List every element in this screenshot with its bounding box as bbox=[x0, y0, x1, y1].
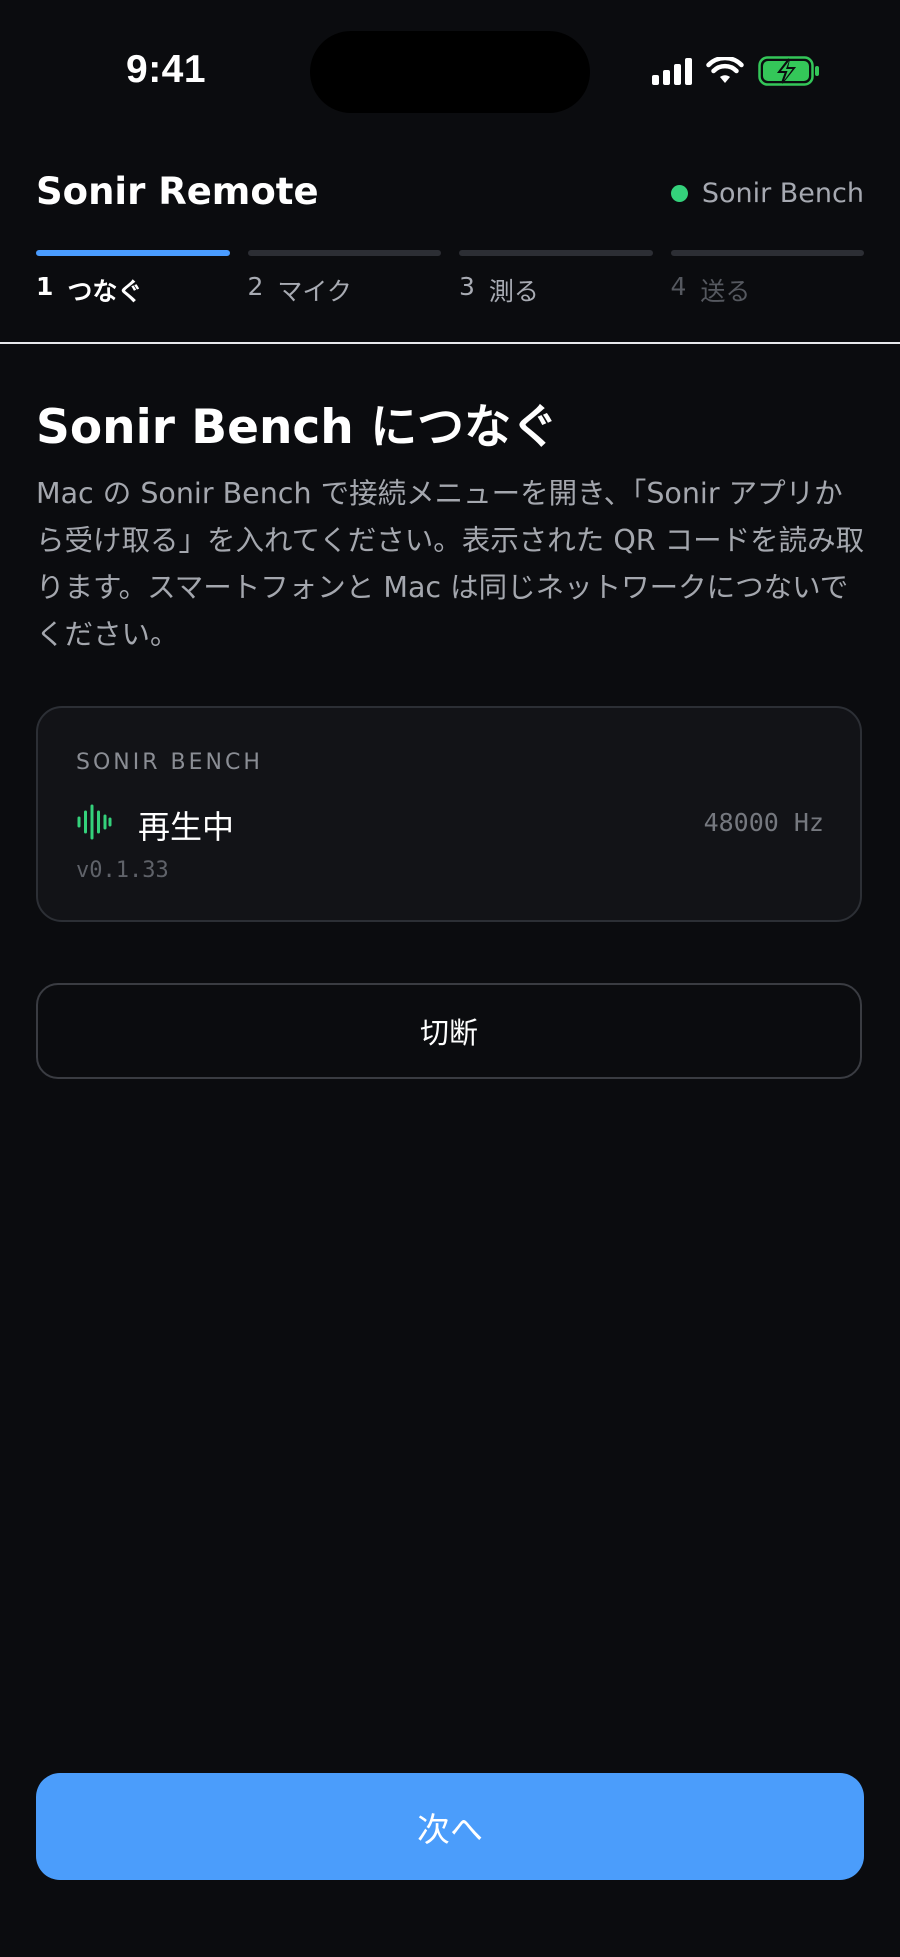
page-title: Sonir Bench につなぐ bbox=[36, 400, 559, 455]
step-progress-bar bbox=[36, 250, 230, 256]
device-card: SONIR BENCH 再生中 48000 Hz v0.1.33 bbox=[36, 706, 862, 922]
step-progress-bar bbox=[459, 250, 653, 256]
step-label: つなぐ bbox=[67, 277, 143, 306]
connection-dot-icon bbox=[670, 185, 688, 202]
next-button[interactable]: 次へ bbox=[36, 1773, 864, 1880]
dynamic-island bbox=[310, 31, 590, 113]
step-number: 3 bbox=[459, 272, 475, 301]
status-bar: 9:41 bbox=[0, 0, 900, 140]
app-header: Sonir Remote Sonir Bench bbox=[36, 168, 864, 218]
step-label: マイク bbox=[277, 277, 352, 306]
status-icons bbox=[652, 56, 820, 86]
device-card-version: v0.1.33 bbox=[76, 858, 169, 883]
device-card-state: 再生中 bbox=[138, 808, 235, 846]
wifi-icon bbox=[706, 57, 744, 83]
step-progress-bar bbox=[247, 250, 441, 256]
step-progress-bar bbox=[670, 250, 864, 256]
page-description: Mac の Sonir Bench で接続メニューを開き、「Sonir アプリか… bbox=[36, 477, 865, 651]
step-number: 1 bbox=[36, 272, 54, 301]
step-mic: 2 マイク bbox=[247, 250, 441, 308]
stepper: 1 つなぐ 2 マイク 3 測る 4 送る bbox=[36, 250, 864, 308]
connection-device-name: Sonir Bench bbox=[701, 178, 864, 209]
app-title: Sonir Remote bbox=[36, 170, 319, 213]
connection-status: Sonir Bench bbox=[670, 178, 864, 209]
step-measure: 3 測る bbox=[459, 250, 653, 308]
device-card-sample-rate: 48000 Hz bbox=[703, 808, 824, 837]
header-divider bbox=[0, 342, 900, 344]
step-number: 2 bbox=[247, 272, 264, 301]
status-time: 9:41 bbox=[126, 48, 207, 91]
step-connect: 1 つなぐ bbox=[36, 250, 230, 308]
disconnect-button[interactable]: 切断 bbox=[36, 983, 862, 1079]
step-send: 4 送る bbox=[670, 250, 864, 308]
device-card-label: SONIR BENCH bbox=[76, 750, 263, 775]
step-number: 4 bbox=[670, 272, 687, 301]
waveform-icon bbox=[77, 804, 112, 840]
step-label: 測る bbox=[488, 277, 539, 306]
battery-charging-icon bbox=[758, 56, 819, 86]
cellular-signal-icon bbox=[652, 57, 692, 85]
step-label: 送る bbox=[700, 277, 751, 306]
